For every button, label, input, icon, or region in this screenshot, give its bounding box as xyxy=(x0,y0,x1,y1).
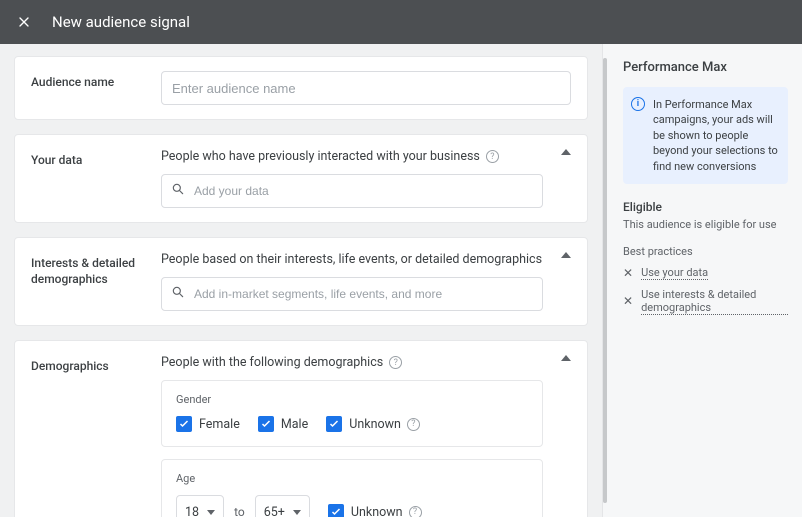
side-panel: Performance Max i In Performance Max cam… xyxy=(602,44,802,517)
age-box: Age 18 to 65+ xyxy=(161,459,543,517)
chevron-up-icon xyxy=(561,252,571,258)
age-to-select[interactable]: 65+ xyxy=(255,495,310,517)
desc-your-data: People who have previously interacted wi… xyxy=(161,149,480,164)
help-icon[interactable]: ? xyxy=(409,506,422,517)
help-icon[interactable]: ? xyxy=(389,356,402,369)
x-icon: ✕ xyxy=(623,266,633,280)
label-audience-name: Audience name xyxy=(31,71,161,91)
label-interests: Interests & detailed demographics xyxy=(31,252,161,287)
checkbox-checked-icon xyxy=(258,416,274,432)
gender-female-checkbox[interactable]: Female xyxy=(176,416,240,432)
eligible-text: This audience is eligible for use xyxy=(623,218,788,231)
main-panel: Audience name Your data People who have … xyxy=(0,44,602,517)
interests-input[interactable] xyxy=(161,277,543,311)
gender-title: Gender xyxy=(176,393,528,406)
desc-interests: People based on their interests, life ev… xyxy=(161,252,542,267)
card-audience-name: Audience name xyxy=(14,56,588,120)
info-icon: i xyxy=(631,97,645,111)
modal-title: New audience signal xyxy=(52,13,190,31)
desc-demographics: People with the following demographics xyxy=(161,355,383,370)
scrollbar[interactable] xyxy=(603,58,607,503)
checkbox-checked-icon xyxy=(328,504,344,517)
eligible-title: Eligible xyxy=(623,200,788,214)
x-icon: ✕ xyxy=(623,294,633,308)
best-practices-title: Best practices xyxy=(623,245,788,258)
age-from-select[interactable]: 18 xyxy=(176,495,224,517)
close-icon[interactable] xyxy=(14,12,34,32)
age-unknown-checkbox[interactable]: Unknown ? xyxy=(328,504,422,517)
info-box: i In Performance Max campaigns, your ads… xyxy=(623,87,788,184)
card-interests: Interests & detailed demographics People… xyxy=(14,237,588,326)
label-demographics: Demographics xyxy=(31,355,161,375)
card-demographics: Demographics People with the following d… xyxy=(14,340,588,517)
help-icon[interactable]: ? xyxy=(486,150,499,163)
age-to-word: to xyxy=(234,505,245,517)
age-title: Age xyxy=(176,472,528,485)
collapse-your-data[interactable] xyxy=(543,149,571,155)
chevron-up-icon xyxy=(561,355,571,361)
card-your-data: Your data People who have previously int… xyxy=(14,134,588,223)
label-your-data: Your data xyxy=(31,149,161,169)
your-data-input[interactable] xyxy=(161,174,543,208)
gender-box: Gender Female Male xyxy=(161,380,543,447)
caret-down-icon xyxy=(293,510,301,515)
best-practice-item[interactable]: ✕ Use your data xyxy=(623,266,788,280)
modal-header: New audience signal xyxy=(0,0,802,44)
checkbox-checked-icon xyxy=(176,416,192,432)
side-title: Performance Max xyxy=(623,60,788,75)
search-icon xyxy=(171,285,185,303)
info-text: In Performance Max campaigns, your ads w… xyxy=(653,98,778,173)
help-icon[interactable]: ? xyxy=(407,418,420,431)
collapse-interests[interactable] xyxy=(543,252,571,258)
checkbox-checked-icon xyxy=(326,416,342,432)
gender-male-checkbox[interactable]: Male xyxy=(258,416,308,432)
caret-down-icon xyxy=(207,510,215,515)
audience-name-input[interactable] xyxy=(161,71,571,105)
search-icon xyxy=(171,182,185,200)
collapse-demographics[interactable] xyxy=(543,355,571,361)
best-practice-item[interactable]: ✕ Use interests & detailed demographics xyxy=(623,288,788,315)
chevron-up-icon xyxy=(561,149,571,155)
gender-unknown-checkbox[interactable]: Unknown ? xyxy=(326,416,420,432)
